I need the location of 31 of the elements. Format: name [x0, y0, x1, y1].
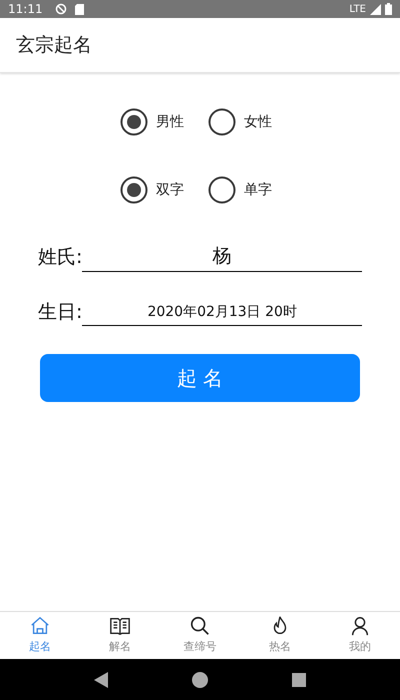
input-field[interactable]: 杨: [82, 242, 362, 272]
radio-label: 双字: [156, 180, 185, 200]
radio-button[interactable]: [208, 108, 236, 136]
nav-tab[interactable]: 查缔号: [160, 612, 240, 659]
home-button-icon[interactable]: [192, 672, 208, 688]
radio-label: 男性: [156, 112, 185, 132]
radio-label: 女性: [244, 112, 273, 132]
radio-button[interactable]: [208, 176, 236, 204]
status-time: 11:11: [8, 1, 43, 18]
radio-button[interactable]: [120, 176, 148, 204]
submit-button[interactable]: 起 名: [40, 354, 360, 402]
signal-icon: [370, 4, 381, 14]
field-label: 姓氏:: [38, 245, 82, 270]
book-icon: [109, 615, 131, 638]
app-title: 玄宗起名: [16, 32, 92, 58]
radio-button[interactable]: [120, 108, 148, 136]
battery-icon: [385, 3, 392, 15]
nav-tab[interactable]: 热名: [240, 612, 320, 659]
nav-tab[interactable]: 起名: [0, 612, 80, 659]
back-icon[interactable]: [94, 672, 108, 688]
nav-tab[interactable]: 解名: [80, 612, 160, 659]
person-icon: [349, 615, 371, 638]
sd-card-icon: [74, 4, 84, 14]
recents-icon[interactable]: [292, 672, 306, 686]
network-type: LTE: [349, 2, 366, 16]
search-icon: [189, 615, 211, 638]
sync-off-icon: [54, 3, 67, 15]
radio-label: 单字: [244, 180, 273, 200]
input-field[interactable]: 2020年02月13日 20时: [82, 302, 362, 326]
nav-tab[interactable]: 我的: [320, 612, 400, 659]
field-label: 生日:: [38, 300, 82, 324]
